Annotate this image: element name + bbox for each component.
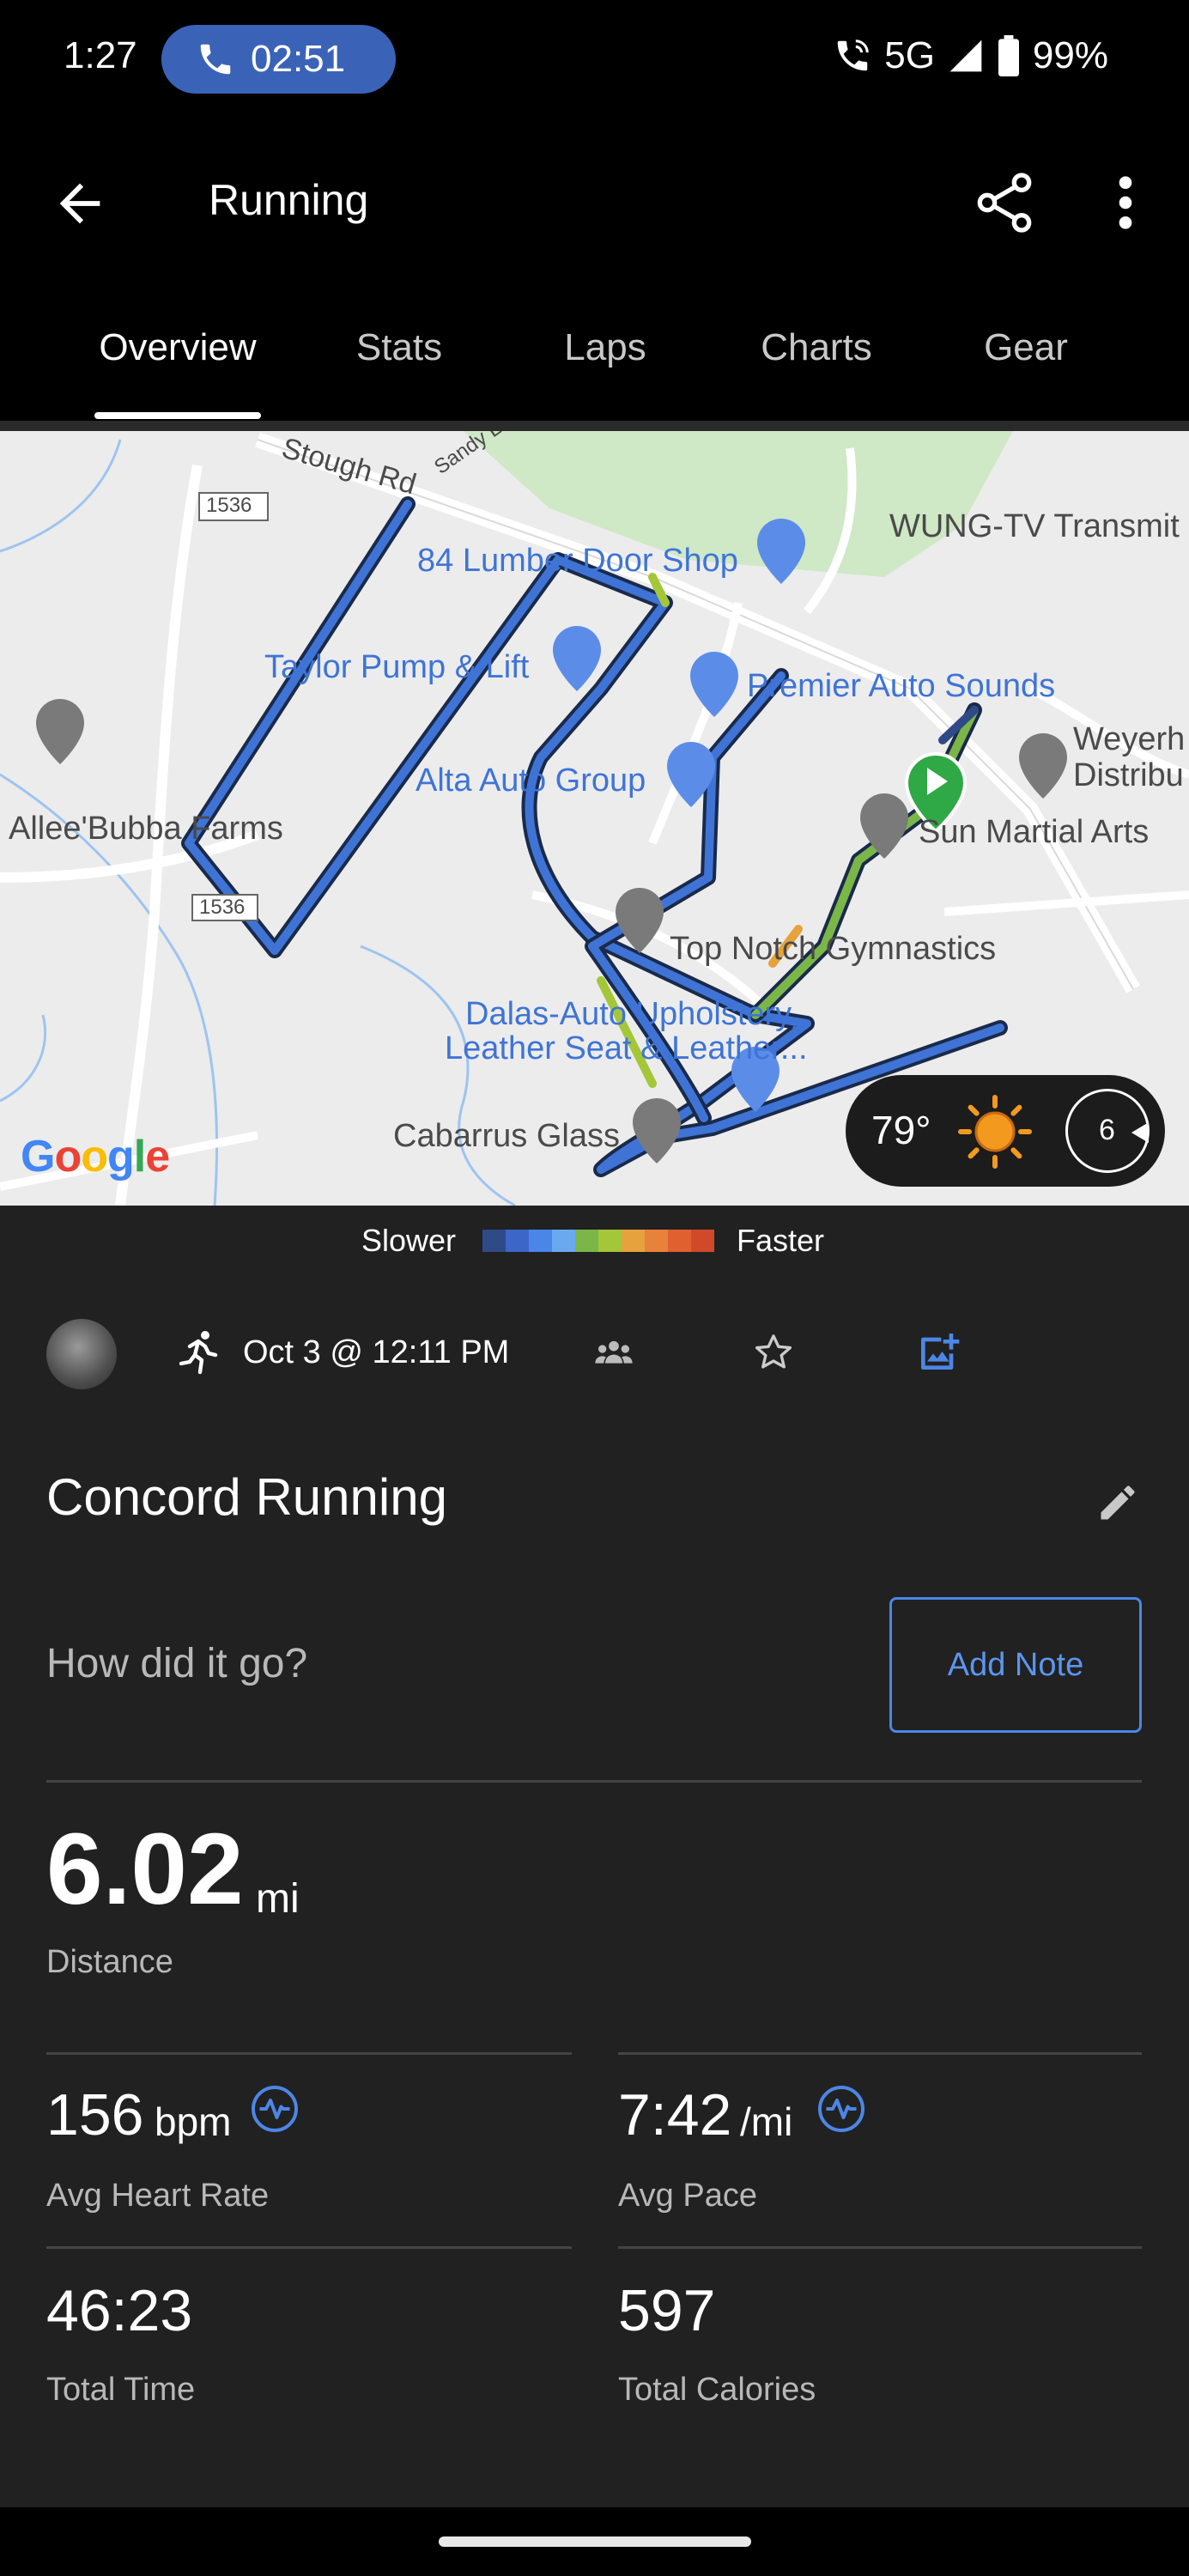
map-label-poi: Allee'Bubba Farms xyxy=(9,811,283,847)
map-label-poi: Cabarrus Glass xyxy=(393,1118,620,1154)
add-note-button[interactable]: Add Note xyxy=(889,1597,1142,1733)
battery-percent: 99% xyxy=(1032,34,1108,76)
phone-icon xyxy=(200,44,231,75)
pace-color-swatch xyxy=(691,1230,714,1252)
status-time: 1:27 xyxy=(64,34,137,76)
group-icon[interactable] xyxy=(592,1336,635,1370)
total-time-value: 46:23 xyxy=(46,2278,193,2343)
signal-icon xyxy=(949,39,982,72)
pace-legend: Slower Faster xyxy=(0,1206,1189,1274)
legend-faster-label: Faster xyxy=(737,1223,825,1258)
map-label-poi: Weyerh xyxy=(1073,721,1186,757)
ongoing-call-chip[interactable]: 02:51 xyxy=(161,25,396,94)
map-label-poi: Distribu xyxy=(1073,757,1184,793)
map-label-poi: Sun Martial Arts xyxy=(919,814,1150,850)
map-label-poi: Leather Seat & Leather... xyxy=(445,1030,808,1066)
edit-icon[interactable] xyxy=(1095,1480,1140,1525)
more-vert-icon[interactable] xyxy=(1107,168,1144,237)
divider xyxy=(46,2246,572,2249)
weather-temperature: 79° xyxy=(871,1108,931,1152)
system-nav-bar xyxy=(0,2507,1189,2576)
pace-color-swatch xyxy=(506,1230,529,1252)
call-duration: 02:51 xyxy=(251,38,346,80)
map-label-poi: Premier Auto Sounds xyxy=(747,668,1056,704)
share-icon[interactable] xyxy=(970,168,1039,237)
pace-color-swatch xyxy=(482,1230,506,1252)
legend-slower-label: Slower xyxy=(361,1223,457,1258)
divider xyxy=(618,2246,1142,2249)
pace-color-swatch xyxy=(529,1230,552,1252)
distance-value: 6.02 xyxy=(46,1813,244,1926)
star-icon[interactable] xyxy=(752,1331,795,1374)
map-label-poi: Top Notch Gymnastics xyxy=(670,931,997,967)
app-bar: Running xyxy=(0,120,1189,283)
pace-color-swatch xyxy=(668,1230,691,1252)
total-calories-value: 597 xyxy=(618,2278,716,2343)
map-road-shield: 1536 xyxy=(199,896,246,919)
avg-heart-rate-unit: bpm xyxy=(155,2099,232,2144)
wifi-calling-icon xyxy=(837,39,870,71)
avg-pace-unit: /mi xyxy=(740,2099,793,2144)
note-prompt: How did it go? xyxy=(46,1641,308,1686)
map-label-poi: WUNG-TV Transmit xyxy=(889,508,1180,544)
map-label-poi: Dalas-Auto Upholstery, xyxy=(465,996,798,1032)
home-indicator[interactable] xyxy=(439,2537,751,2547)
tab-charts[interactable]: Charts xyxy=(743,326,889,369)
map-label-poi: 84 Lumber Door Shop xyxy=(417,543,738,579)
activity-date: Oct 3 @ 12:11 PM xyxy=(243,1334,510,1370)
total-time-label: Total Time xyxy=(46,2372,196,2408)
network-type: 5G xyxy=(884,34,935,76)
avg-heart-rate-value: 156 xyxy=(46,2082,144,2148)
pace-color-swatch xyxy=(622,1230,645,1252)
tab-bar: Overview Stats Laps Charts Gear xyxy=(0,283,1189,421)
running-icon xyxy=(179,1331,218,1375)
status-bar: 1:27 02:51 5G 99% xyxy=(0,0,1189,120)
pace-color-swatch xyxy=(645,1230,668,1252)
map-label-poi: Alta Auto Group xyxy=(416,762,646,799)
sun-icon xyxy=(958,1095,1032,1169)
activity-overview: Oct 3 @ 12:11 PM Concord Running How did… xyxy=(0,1274,1189,2507)
battery-icon xyxy=(998,35,1019,76)
pace-color-swatch xyxy=(598,1230,622,1252)
back-arrow-icon[interactable] xyxy=(50,173,110,234)
avg-pace-label: Avg Pace xyxy=(618,2178,757,2214)
google-logo: Google xyxy=(21,1132,170,1182)
wind-speed: 6 xyxy=(1099,1114,1115,1146)
activity-title: Concord Running xyxy=(46,1468,447,1526)
total-calories-label: Total Calories xyxy=(618,2372,816,2408)
pace-chart-icon[interactable] xyxy=(816,2083,867,2135)
divider xyxy=(46,2052,572,2055)
wind-direction-icon: 6 xyxy=(1065,1089,1150,1173)
active-tab-indicator xyxy=(94,412,261,419)
map-label-poi: Taylor Pump & Lift xyxy=(264,649,530,685)
route-map[interactable]: Stough Rd Sandy Ln 1536 1536 84 Lumber D… xyxy=(0,431,1189,1206)
activity-meta-row: Oct 3 @ 12:11 PM xyxy=(0,1319,1189,1405)
divider xyxy=(0,421,1189,431)
tab-stats[interactable]: Stats xyxy=(335,326,464,369)
weather-widget[interactable]: 79° 6 xyxy=(846,1075,1165,1187)
pace-color-swatch xyxy=(575,1230,598,1252)
avg-heart-rate-label: Avg Heart Rate xyxy=(46,2178,270,2214)
pace-color-swatch xyxy=(552,1230,575,1252)
distance-label: Distance xyxy=(46,1944,173,1980)
map-road-shield: 1536 xyxy=(206,494,252,517)
status-icons: 5G 99% xyxy=(833,34,1108,77)
page-title: Running xyxy=(209,176,369,224)
avatar[interactable] xyxy=(46,1319,117,1389)
distance-unit: mi xyxy=(256,1876,300,1922)
divider xyxy=(618,2052,1142,2055)
tab-gear[interactable]: Gear xyxy=(962,326,1090,369)
tab-overview[interactable]: Overview xyxy=(94,326,261,369)
tab-laps[interactable]: Laps xyxy=(541,326,670,369)
heart-rate-chart-icon[interactable] xyxy=(249,2083,300,2135)
pace-color-bar xyxy=(482,1230,714,1252)
avg-pace-value: 7:42 xyxy=(618,2082,732,2148)
add-photo-icon[interactable] xyxy=(915,1327,963,1376)
divider xyxy=(46,1780,1142,1783)
